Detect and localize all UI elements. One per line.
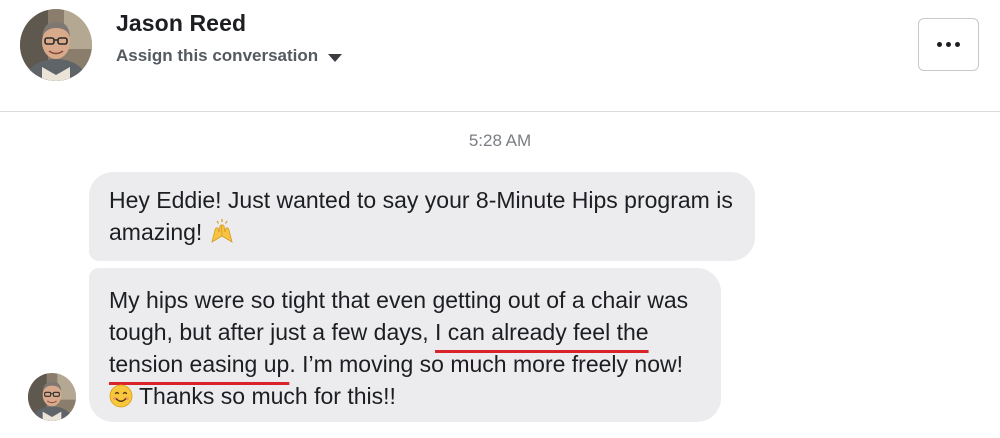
message-text: Hey Eddie! Just wanted to say your 8-Min… bbox=[109, 187, 733, 245]
more-horizontal-icon bbox=[937, 42, 942, 47]
caret-down-icon bbox=[328, 53, 343, 62]
message-bubble[interactable]: Hey Eddie! Just wanted to say your 8-Min… bbox=[89, 172, 755, 261]
assign-conversation-dropdown[interactable]: Assign this conversation bbox=[116, 46, 343, 66]
more-options-button[interactable] bbox=[918, 18, 979, 71]
conversation-header: Jason Reed Assign this conversation bbox=[0, 0, 1000, 112]
raising-hands-icon bbox=[209, 218, 235, 252]
message-text-continued: . I’m moving so much more freely now! bbox=[289, 351, 683, 377]
smiling-face-icon bbox=[109, 384, 133, 416]
message-text-end: Thanks so much for this!! bbox=[138, 383, 396, 409]
message-timestamp: 5:28 AM bbox=[468, 131, 532, 150]
contact-avatar[interactable] bbox=[20, 9, 92, 81]
assign-label: Assign this conversation bbox=[116, 46, 319, 65]
contact-name: Jason Reed bbox=[116, 10, 247, 36]
message-bubble[interactable]: My hips were so tight that even getting … bbox=[89, 268, 721, 422]
more-horizontal-icon-dot bbox=[955, 42, 960, 47]
more-horizontal-icon-dot bbox=[946, 42, 951, 47]
sender-avatar[interactable] bbox=[28, 373, 76, 421]
